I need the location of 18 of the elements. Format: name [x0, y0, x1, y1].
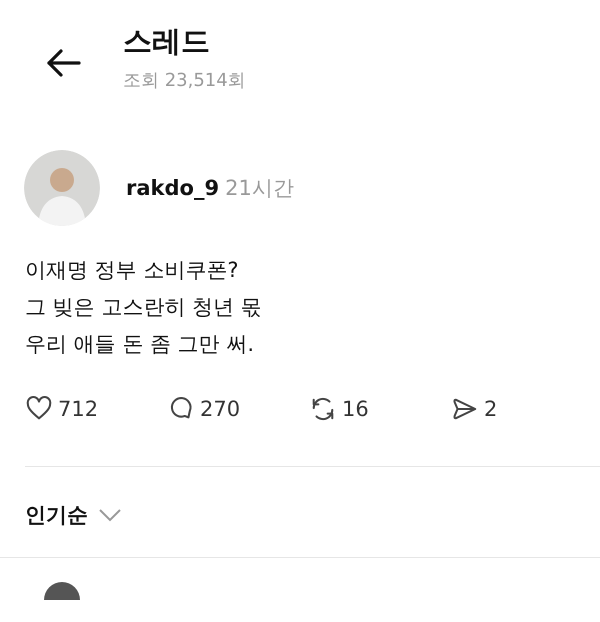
sort-dropdown[interactable]: 인기순 — [25, 501, 88, 529]
post-text: 우리 애들 돈 좀 그만 써. — [25, 331, 256, 358]
post-text: 이재명 정부 소비쿠폰? — [25, 257, 240, 284]
page-title: 스레드 — [123, 23, 211, 60]
back-icon[interactable] — [45, 48, 83, 78]
repost-button[interactable]: 16 — [310, 396, 452, 422]
view-count: 조회 23,514회 — [123, 69, 246, 92]
reply-button[interactable]: 270 — [168, 396, 310, 422]
like-button[interactable]: 712 — [26, 396, 168, 422]
avatar[interactable] — [44, 582, 80, 600]
heart-icon — [26, 396, 52, 422]
post-time: 21시간 — [225, 176, 294, 200]
paper-plane-icon — [452, 396, 478, 422]
username[interactable]: rakdo_9 — [126, 176, 220, 200]
repost-icon — [310, 396, 336, 422]
post-text: 그 빚은 고스란히 청년 몫 — [25, 294, 263, 321]
chevron-down-icon[interactable] — [98, 508, 122, 522]
share-button[interactable]: 2 — [452, 396, 594, 422]
